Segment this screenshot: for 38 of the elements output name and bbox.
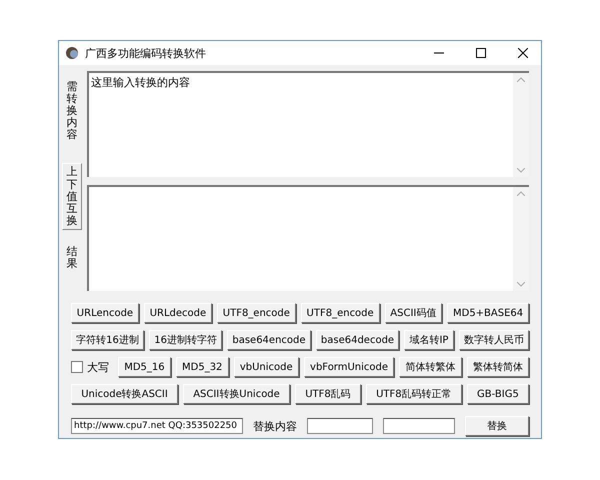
swap-button[interactable]: 上下值互换 [62, 163, 82, 230]
replace-button[interactable]: 替换 [465, 416, 529, 436]
url-field[interactable]: http://www.cpu7.net QQ:353502250 [71, 418, 243, 434]
convert-button[interactable]: 域名转IP [404, 330, 454, 350]
convert-button[interactable]: ASCII转换Unicode [183, 384, 290, 404]
app-icon [65, 46, 79, 60]
input-text-area[interactable]: 这里输入转换的内容 [87, 71, 529, 177]
replace-label: 替换内容 [253, 418, 297, 434]
input-label: 需转换内容 [66, 81, 78, 142]
find-field[interactable] [307, 418, 373, 434]
uppercase-checkbox[interactable]: 大写 [71, 360, 109, 374]
convert-button[interactable]: MD5_16 [118, 357, 171, 377]
convert-button[interactable]: URLdecode [144, 303, 212, 323]
convert-button[interactable]: 字符转16进制 [71, 330, 144, 350]
convert-button[interactable]: UTF8乱码转正常 [366, 384, 462, 404]
convert-button[interactable]: MD5_32 [176, 357, 229, 377]
convert-button[interactable]: UTF8_encode [300, 303, 380, 323]
convert-button[interactable]: URLencode [71, 303, 139, 323]
convert-button[interactable]: UTF8_encode [216, 303, 296, 323]
replace-field[interactable] [383, 418, 455, 434]
convert-button[interactable]: 16进制转字符 [149, 330, 222, 350]
convert-button[interactable]: base64encode [227, 330, 311, 350]
close-icon [518, 48, 528, 58]
convert-button[interactable]: vbFormUnicode [304, 357, 394, 377]
convert-button[interactable]: 繁体转简体 [466, 357, 530, 377]
result-text-area[interactable] [87, 185, 529, 291]
convert-button[interactable]: vbUnicode [234, 357, 299, 377]
convert-button[interactable]: 数字转人民币 [458, 330, 529, 350]
maximize-icon [476, 48, 486, 58]
convert-button[interactable]: UTF8乱码 [295, 384, 361, 404]
convert-button[interactable]: Unicode转换ASCII [71, 384, 178, 404]
result-label: 结果 [66, 246, 78, 270]
convert-button[interactable]: ASCII码值 [384, 303, 442, 323]
convert-button[interactable]: GB-BIG5 [466, 384, 530, 404]
window-title: 广西多功能编码转换软件 [85, 46, 207, 60]
convert-button[interactable]: base64decode [316, 330, 400, 350]
convert-button[interactable]: 简体转繁体 [399, 357, 462, 377]
convert-button[interactable]: MD5+BASE64 [447, 303, 529, 323]
